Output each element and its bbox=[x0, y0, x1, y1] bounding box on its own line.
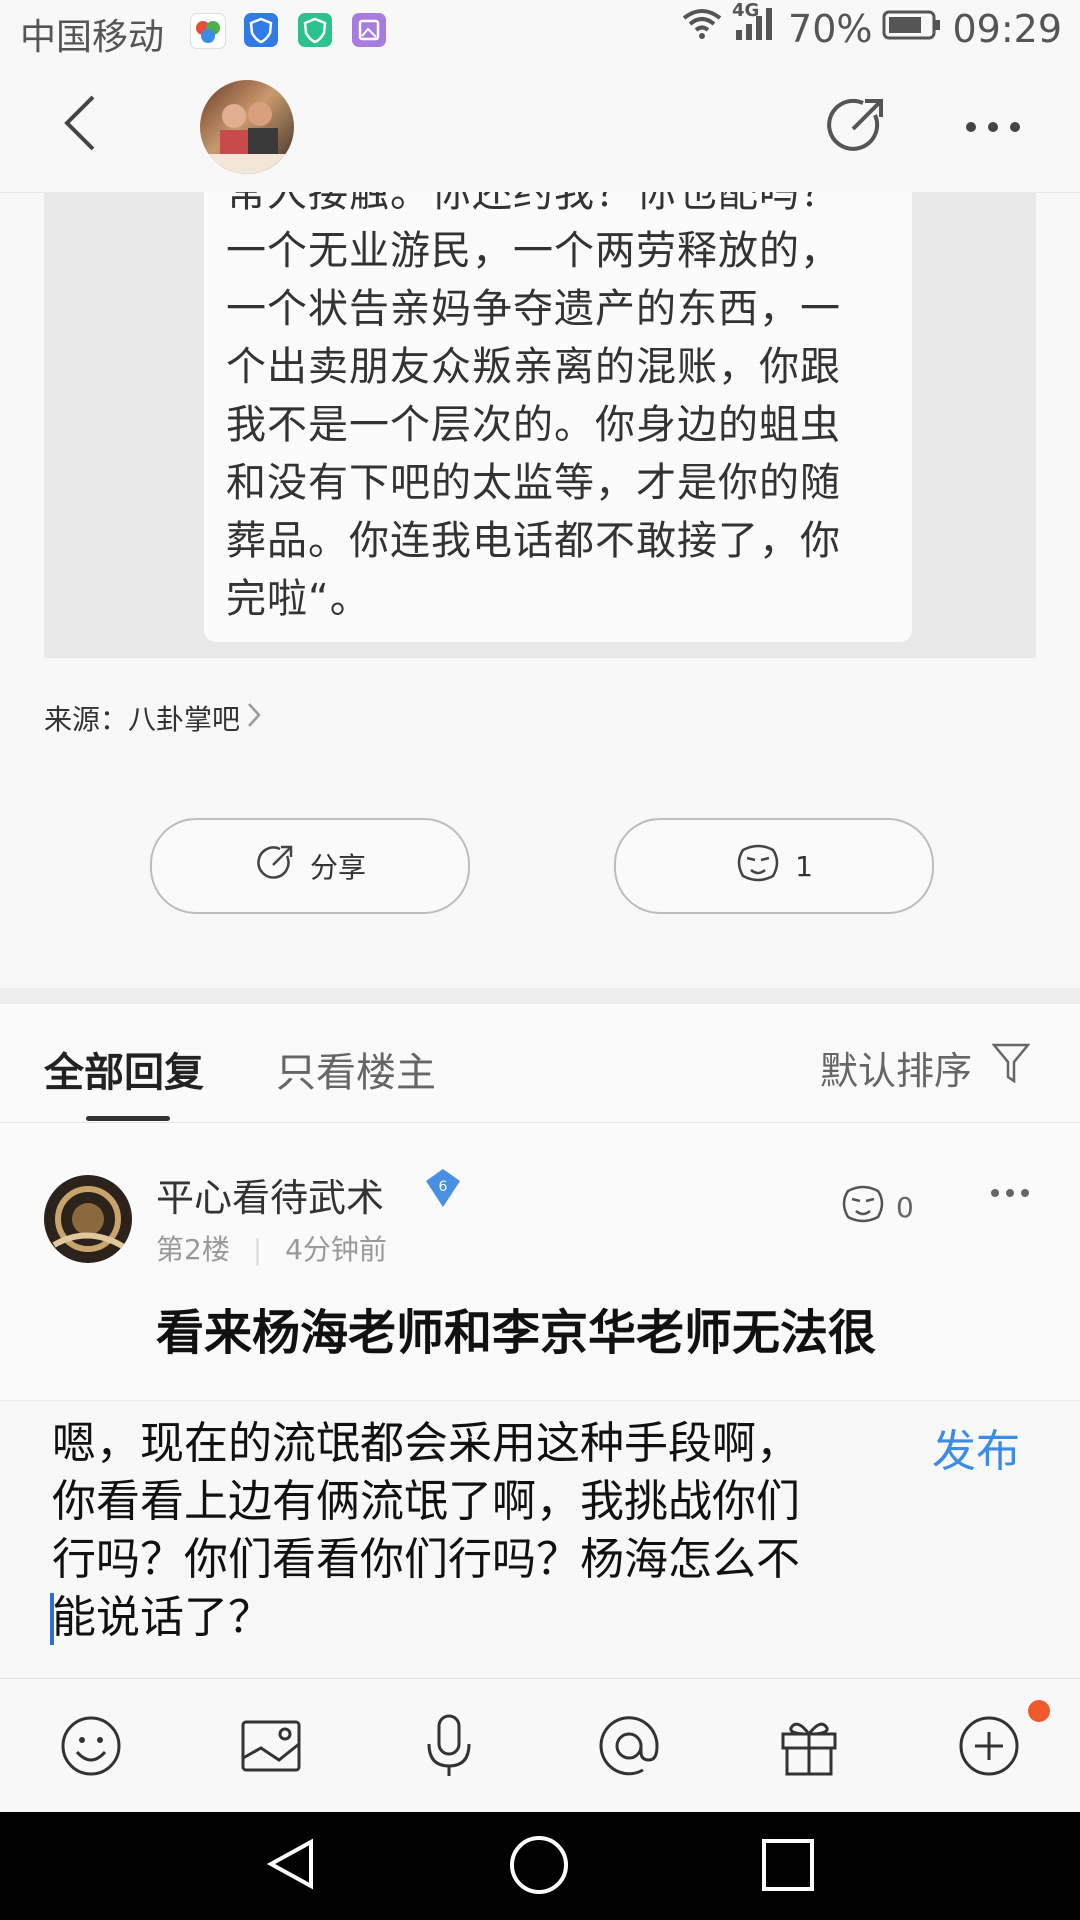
circle-home-icon bbox=[508, 1834, 570, 1900]
notification-dot bbox=[1028, 1700, 1050, 1722]
text-cursor bbox=[50, 1593, 54, 1645]
square-recents-icon bbox=[760, 1837, 816, 1897]
gift-button[interactable] bbox=[774, 1713, 844, 1783]
like-face-icon bbox=[735, 842, 781, 891]
publish-button[interactable]: 发布 bbox=[932, 1415, 1020, 1479]
source-link[interactable]: 来源：八卦掌吧 bbox=[44, 698, 262, 738]
sort-dropdown[interactable]: 默认排序 bbox=[819, 1040, 1031, 1095]
quoted-text-card[interactable]: 常人接触。你还约我？你也配吗？ 一个无业游民，一个两劳释放的， 一个状告亲妈争夺… bbox=[204, 192, 912, 642]
quote-line: 我不是一个层次的。你身边的蛆虫 bbox=[226, 402, 841, 448]
status-bar: 中国移动 4G 70% 09:29 bbox=[0, 0, 1080, 62]
reply-input[interactable]: 嗯，现在的流氓都会采用这种手段啊，你看看上边有俩流氓了啊，我挑战你们行吗？你们看… bbox=[52, 1415, 832, 1647]
quote-line: 完啦“。 bbox=[226, 576, 371, 622]
status-right: 4G 70% 09:29 bbox=[680, 0, 1062, 51]
reply-like-button[interactable]: 0 bbox=[840, 1183, 914, 1232]
more-dots-icon bbox=[990, 1183, 1030, 1202]
security-app-icon bbox=[298, 13, 332, 47]
image-icon bbox=[239, 1714, 303, 1782]
quote-line: 个出卖朋友众叛亲离的混账，你跟 bbox=[226, 344, 841, 390]
quote-line: 和没有下吧的太监等，才是你的随 bbox=[226, 460, 841, 506]
more-options-button[interactable] bbox=[954, 1713, 1024, 1783]
user-avatar[interactable] bbox=[44, 1175, 132, 1263]
filter-icon bbox=[991, 1042, 1031, 1093]
triangle-back-icon bbox=[263, 1836, 319, 1896]
sort-label: 默认排序 bbox=[819, 1049, 972, 1093]
image-button[interactable] bbox=[236, 1713, 306, 1783]
quote-line: 一个状告亲妈争夺遗产的东西，一 bbox=[226, 286, 841, 332]
app-notification-icon bbox=[190, 13, 226, 49]
share-pill-button[interactable]: 分享 bbox=[150, 818, 470, 914]
chevron-right-icon bbox=[246, 701, 262, 736]
more-dots-icon bbox=[965, 118, 1021, 137]
like-face-icon bbox=[840, 1183, 886, 1232]
section-divider bbox=[0, 988, 1080, 1004]
floor-number: 第2楼 bbox=[156, 1233, 230, 1266]
carrier-label: 中国移动 bbox=[20, 17, 165, 58]
avatar[interactable] bbox=[200, 80, 294, 174]
meta-separator: | bbox=[252, 1233, 263, 1266]
nav-recents-button[interactable] bbox=[756, 1836, 820, 1898]
quote-line: 一个无业游民，一个两劳释放的， bbox=[226, 228, 841, 274]
like-pill-button[interactable]: 1 bbox=[614, 818, 934, 914]
quote-line: 常人接触。你还约我？你也配吗？ bbox=[226, 192, 841, 216]
share-label: 分享 bbox=[309, 851, 366, 884]
at-sign-icon bbox=[597, 1714, 661, 1782]
mention-button[interactable] bbox=[594, 1713, 664, 1783]
quote-line: 葬品。你连我电话都不敢接了，你 bbox=[226, 518, 841, 564]
active-tab-indicator bbox=[86, 1116, 170, 1121]
microphone-icon bbox=[417, 1714, 481, 1782]
shield-app-icon bbox=[244, 13, 278, 47]
share-icon bbox=[254, 842, 296, 891]
reply-more-button[interactable] bbox=[990, 1183, 1030, 1202]
plus-circle-icon bbox=[957, 1714, 1021, 1782]
composer-toolbar bbox=[0, 1678, 1080, 1813]
network-type: 4G bbox=[732, 0, 760, 21]
like-count: 1 bbox=[795, 849, 813, 883]
gift-icon bbox=[777, 1714, 841, 1782]
back-button[interactable] bbox=[44, 90, 114, 160]
nav-home-button[interactable] bbox=[506, 1834, 572, 1900]
more-button[interactable] bbox=[960, 102, 1026, 152]
chevron-left-icon bbox=[59, 91, 99, 159]
wifi-icon bbox=[680, 6, 724, 51]
smiley-icon bbox=[59, 1714, 123, 1782]
reply-composer: 嗯，现在的流氓都会采用这种手段啊，你看看上边有俩流氓了啊，我挑战你们行吗？你们看… bbox=[0, 1400, 1080, 1679]
emoji-button[interactable] bbox=[56, 1713, 126, 1783]
voice-button[interactable] bbox=[414, 1713, 484, 1783]
battery-icon bbox=[882, 7, 942, 51]
reply-like-count: 0 bbox=[896, 1191, 914, 1224]
tab-owner-only[interactable]: 只看楼主 bbox=[276, 1040, 436, 1098]
battery-percent: 70% bbox=[788, 6, 873, 51]
post-time: 4分钟前 bbox=[285, 1233, 387, 1266]
quoted-text: 常人接触。你还约我？你也配吗？ 一个无业游民，一个两劳释放的， 一个状告亲妈争夺… bbox=[226, 192, 896, 628]
system-nav-bar bbox=[0, 1812, 1080, 1920]
share-icon bbox=[823, 93, 889, 163]
level-number: 6 bbox=[439, 1179, 448, 1195]
share-button[interactable] bbox=[818, 90, 894, 166]
source-label: 来源：八卦掌吧 bbox=[44, 703, 241, 736]
level-badge: 6 bbox=[422, 1167, 464, 1213]
top-bar bbox=[0, 62, 1080, 193]
gallery-app-icon bbox=[352, 13, 386, 47]
post-meta: 第2楼 | 4分钟前 bbox=[156, 1228, 387, 1268]
signal-icon: 4G bbox=[732, 0, 778, 51]
reply-tabs: 全部回复 只看楼主 默认排序 bbox=[0, 1004, 1080, 1123]
tab-all-replies[interactable]: 全部回复 bbox=[44, 1040, 204, 1098]
post-title: 看来杨海老师和李京华老师无法很 bbox=[156, 1305, 877, 1361]
nav-back-button[interactable] bbox=[256, 1836, 326, 1896]
clock: 09:29 bbox=[952, 6, 1062, 51]
username[interactable]: 平心看待武术 bbox=[156, 1167, 384, 1222]
